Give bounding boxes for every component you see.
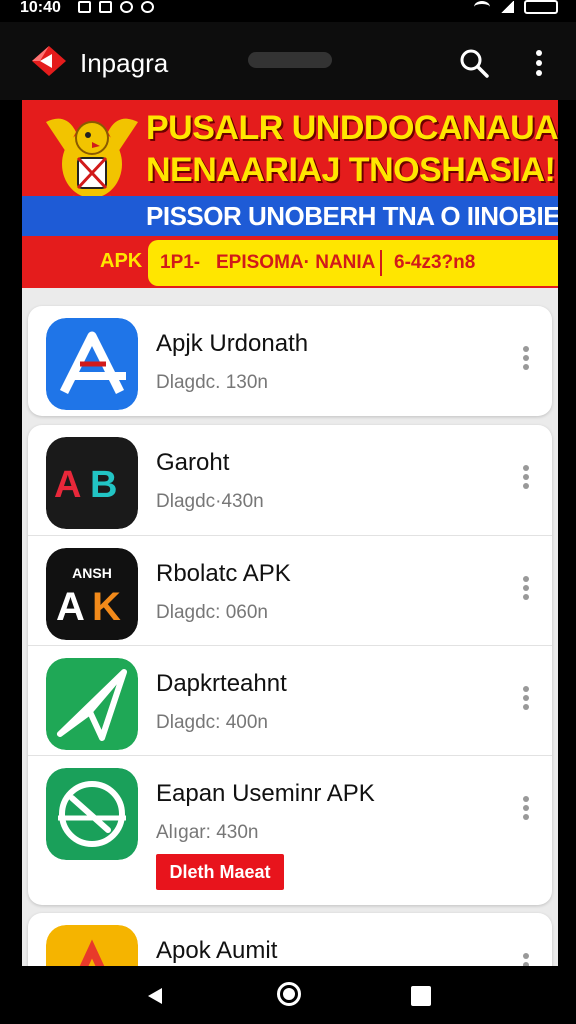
home-icon[interactable] [277,982,301,1006]
more-vert-icon[interactable] [522,686,530,712]
app-title: Inpagra [80,48,169,78]
back-icon[interactable] [146,986,164,1006]
app-logo-icon[interactable] [30,44,68,78]
wifi-icon [474,1,490,13]
main-content[interactable]: PUSALR UNDDOCANAUAR NENAARIAJ TNOSHASIA!… [22,100,558,966]
banner-apk-label: APK [100,250,143,272]
search-icon[interactable] [458,47,490,79]
more-vert-icon[interactable] [528,47,550,79]
more-vert-icon[interactable] [522,796,530,822]
banner-pill-left: 1P1- [160,252,201,273]
ak-logo-icon: ANSH A K [46,548,138,640]
list-item[interactable]: Apjk Urdonath Dlagdc. 130n [28,306,552,416]
svg-text:B: B [90,464,117,506]
signal-icon [500,1,514,13]
banner-info-row: APK 1P1- EPISOMA· NANIA 6-4z3?n8 [22,236,558,288]
app-meta: Dlagdc: 060n [156,602,268,623]
app-meta: Dlagdc·430n [156,491,264,512]
navigation-bar [0,966,576,1024]
status-bar: 10:40 [0,0,576,22]
a-logo-icon [46,925,138,966]
status-left-icons [78,1,154,13]
banner-pill-divider [380,250,382,276]
whatsapp-icon [120,1,133,13]
more-vert-icon[interactable] [522,465,530,491]
app-card: A B Garoht Dlagdc·430n ANSH A K Rbolatc … [28,425,552,905]
list-item[interactable]: ANSH A K Rbolatc APK Dlagdc: 060n [28,535,552,645]
camera-notch [248,52,332,68]
download-badge[interactable]: Dleth Maeat [156,854,284,890]
ak-icon-caption: ANSH [72,565,112,581]
app-meta: Dlagdc: 400n [156,712,268,733]
app-title: Dapkrteahnt [156,670,287,697]
app-store-a-icon [46,318,138,410]
image-icon [99,1,112,13]
app-meta: Alıgar: 430n [156,822,259,843]
list-item[interactable]: Dapkrteahnt Dlagdc: 400n [28,645,552,755]
more-vert-icon[interactable] [522,953,530,966]
app-title: Apok Aumit [156,937,278,964]
svg-text:K: K [92,585,121,629]
ab-logo-icon: A B [46,437,138,529]
more-vert-icon[interactable] [522,346,530,372]
banner-pill-middle: EPISOMA· NANIA [216,252,376,273]
app-bar: Inpagra [0,22,576,100]
app-title: Rbolatc APK [156,560,291,587]
banner-pill-right: 6-4z3?n8 [394,252,476,273]
app-title: Apjk Urdonath [156,330,309,357]
promo-banner[interactable]: PUSALR UNDDOCANAUAR NENAARIAJ TNOSHASIA!… [22,100,558,288]
app-title: Garoht [156,449,230,476]
status-time: 10:40 [20,0,61,16]
app-card: Apjk Urdonath Dlagdc. 130n [28,306,552,416]
notification-icon [78,1,91,13]
list-item[interactable]: A B Garoht Dlagdc·430n [28,425,552,535]
paper-plane-icon [46,658,138,750]
recents-icon[interactable] [411,986,431,1006]
banner-subtext: PISSOR UNOBERH TNA O IINOBIES [146,201,558,231]
status-right-icons [474,0,558,14]
svg-text:A: A [54,464,81,506]
banner-subline: PISSOR UNOBERH TNA O IINOBIES [22,196,558,236]
banner-info-pill: 1P1- EPISOMA· NANIA 6-4z3?n8 [148,240,558,286]
more-vert-icon[interactable] [522,576,530,602]
stopwatch-icon [46,768,138,860]
list-item[interactable]: Eapan Useminr APK Alıgar: 430n Dleth Mae… [28,755,552,905]
banner-headline-1: PUSALR UNDDOCANAUAR [146,109,558,147]
app-icon [141,1,154,13]
app-card: Apok Aumit [28,913,552,966]
banner-headline-2: NENAARIAJ TNOSHASIA! [146,151,556,189]
list-item[interactable]: Apok Aumit [28,913,552,966]
battery-icon [524,0,558,14]
app-meta: Dlagdc. 130n [156,372,268,393]
app-title: Eapan Useminr APK [156,780,375,807]
svg-text:A: A [56,585,85,629]
